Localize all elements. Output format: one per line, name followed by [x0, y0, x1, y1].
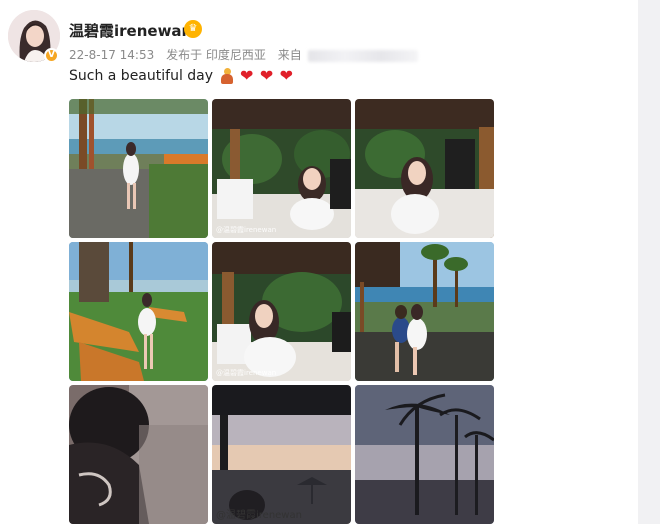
page-background	[638, 0, 660, 524]
photo-5[interactable]: @温碧霞irenewan	[212, 242, 351, 381]
photo-watermark: @温碧霞irenewan	[216, 510, 302, 521]
post-body-text: Such a beautiful day	[69, 68, 214, 84]
person-emoji-icon	[220, 68, 234, 84]
post-text: Such a beautiful day ❤ ❤ ❤	[69, 68, 293, 84]
photo-7[interactable]	[69, 385, 208, 524]
post-source-blurred	[307, 49, 418, 62]
photo-6[interactable]	[355, 242, 494, 381]
photo-grid: @温碧霞irenewan @温碧霞irenewan @温碧霞irenewan	[69, 99, 494, 524]
photo-8[interactable]: @温碧霞irenewan	[212, 385, 351, 524]
heart-emoji-icon: ❤	[259, 66, 274, 85]
post-location: 发布于 印度尼西亚	[166, 48, 266, 62]
photo-watermark: @温碧霞irenewan	[216, 369, 277, 377]
photo-4[interactable]	[69, 242, 208, 381]
heart-emoji-icon: ❤	[279, 66, 294, 85]
photo-2[interactable]: @温碧霞irenewan	[212, 99, 351, 238]
weibo-post-card: V 温碧霞irenewan ♛ 22-8-17 14:53 发布于 印度尼西亚 …	[0, 0, 638, 524]
verified-badge-icon: V	[44, 48, 59, 63]
post-source-label: 来自	[277, 48, 302, 62]
photo-9[interactable]	[355, 385, 494, 524]
vip-crown-icon: ♛	[184, 20, 202, 38]
post-meta: 22-8-17 14:53 发布于 印度尼西亚 来自	[69, 46, 426, 63]
photo-watermark: @温碧霞irenewan	[216, 226, 277, 234]
post-date[interactable]: 22-8-17 14:53	[69, 48, 154, 62]
photo-3[interactable]	[355, 99, 494, 238]
author-name[interactable]: 温碧霞irenewan	[69, 20, 192, 41]
photo-1[interactable]	[69, 99, 208, 238]
heart-emoji-icon: ❤	[239, 66, 254, 85]
